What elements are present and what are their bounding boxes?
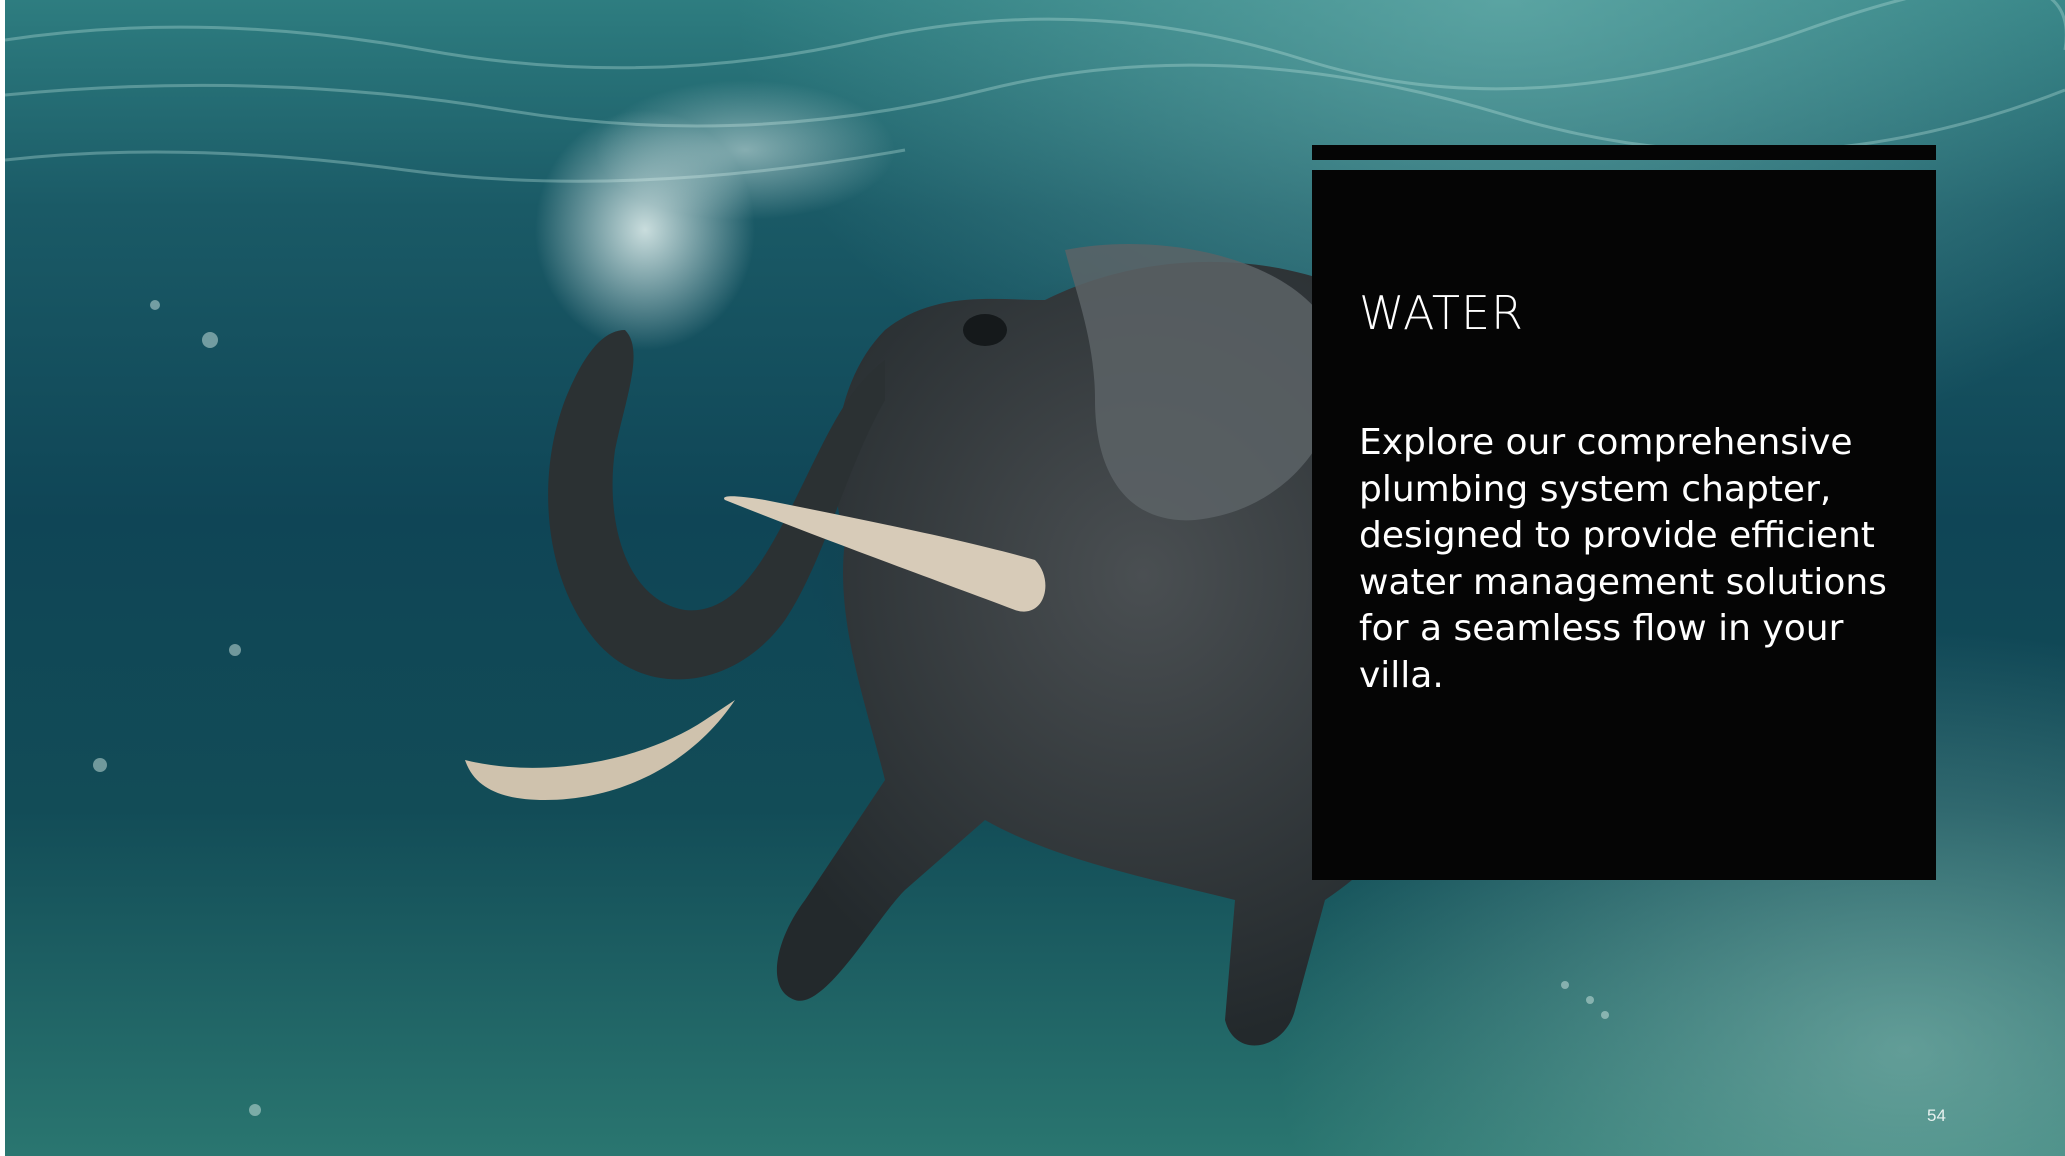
page-number: 54	[1927, 1106, 1946, 1125]
panel-top-rule	[1312, 145, 1936, 160]
slide: WATER Explore our comprehensive plumbing…	[5, 0, 2065, 1156]
panel-description: Explore our comprehensive plumbing syste…	[1359, 422, 1887, 696]
panel-title: WATER	[1359, 286, 1524, 340]
